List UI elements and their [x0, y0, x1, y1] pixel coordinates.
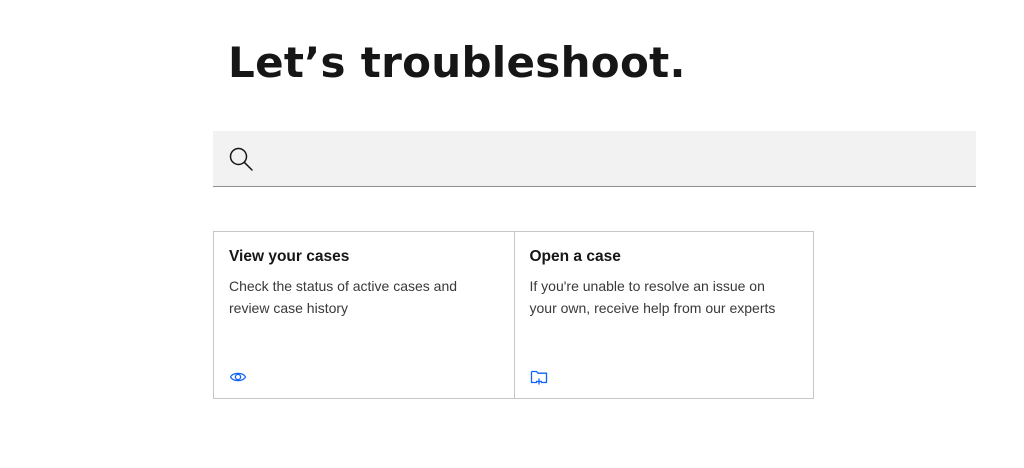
page-title: Let’s troubleshoot. [228, 38, 686, 87]
view-cases-card[interactable]: View your cases Check the status of acti… [214, 232, 514, 398]
card-description: Check the status of active cases and rev… [229, 278, 458, 316]
search-input[interactable] [269, 131, 959, 186]
folder-add-icon [530, 370, 547, 385]
card-title: View your cases [229, 248, 350, 265]
open-case-card[interactable]: Open a case If you're unable to resolve … [513, 232, 814, 398]
troubleshoot-page: Let’s troubleshoot. View your cases Chec… [0, 0, 1024, 468]
support-cards: View your cases Check the status of acti… [213, 231, 814, 399]
search-icon [229, 147, 253, 171]
card-title: Open a case [529, 248, 621, 265]
eye-icon [229, 372, 247, 382]
card-description: If you're unable to resolve an issue on … [529, 278, 776, 316]
search-bar[interactable] [213, 131, 976, 187]
